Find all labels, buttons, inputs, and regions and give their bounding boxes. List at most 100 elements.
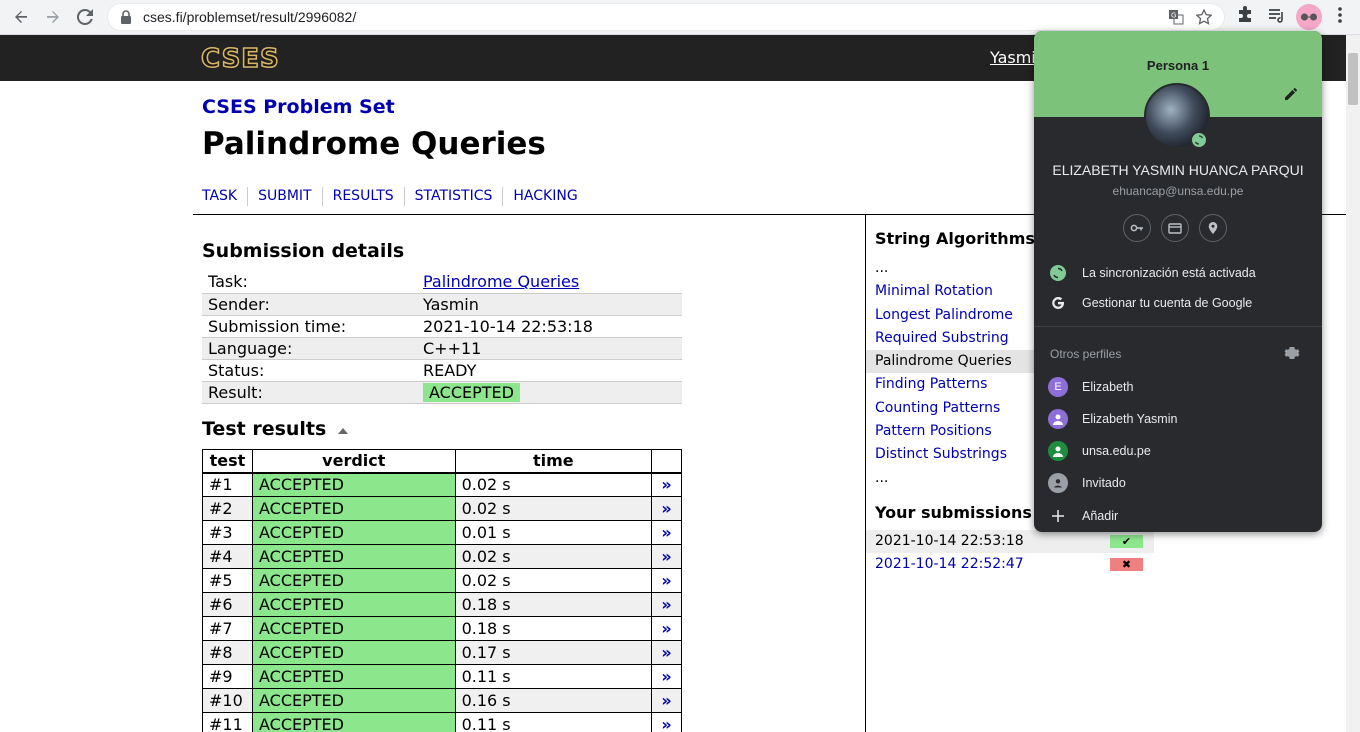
sidebar-item-current: Palindrome Queries [866,350,1046,374]
test-detail-link[interactable]: » [651,592,682,617]
task-tabs: TASK SUBMIT RESULTS STATISTICS HACKING [202,187,598,206]
collapse-triangle-icon[interactable] [337,427,349,435]
detail-value: Palindrome Queries [417,271,682,294]
double-chevron-icon: » [661,547,672,566]
location-pin-icon [1208,222,1218,234]
sidebar-item[interactable]: Finding Patterns [866,373,1046,396]
sidebar-ellipsis: ... [875,469,889,486]
key-icon [1130,224,1143,232]
add-profile-row[interactable]: Añadir [1034,501,1322,531]
test-detail-link[interactable]: » [651,568,682,593]
tab-submit[interactable]: SUBMIT [258,187,323,206]
edit-pencil-icon[interactable] [1284,87,1298,101]
test-id: #1 [202,472,253,497]
other-profile-label: unsa.edu.pe [1082,444,1151,458]
back-button[interactable] [8,4,34,30]
table-row: Language: C++11 [202,337,682,360]
table-row: #6 ACCEPTED 0.18 s » [202,592,682,617]
test-results-heading[interactable]: Test results [202,418,349,440]
payment-methods-button[interactable] [1161,214,1189,242]
test-id: #11 [202,712,253,732]
sidebar-item[interactable]: Distinct Substrings [866,443,1046,466]
double-chevron-icon: » [661,715,672,732]
table-row: Result: ACCEPTED [202,381,682,404]
sidebar-item[interactable]: Longest Palindrome [866,304,1046,327]
sync-status-label: La sincronización está activada [1082,266,1256,280]
lock-icon [121,10,131,24]
submission-status-icon: ✖ [1110,558,1143,571]
other-profile-row[interactable]: Invitado [1034,468,1322,498]
other-profile-row[interactable]: E Elizabeth [1034,372,1322,402]
sidebar-problem-list: ... Minimal Rotation Longest Palindrome Req… [866,257,1046,490]
task-link[interactable]: Palindrome Queries [423,272,579,291]
forward-button[interactable] [40,4,66,30]
details-table: Task: Palindrome Queries Sender: Yasmin Su… [202,271,682,404]
test-detail-link[interactable]: » [651,616,682,641]
gear-icon[interactable] [1284,345,1300,361]
sidebar-item[interactable]: Minimal Rotation [866,280,1046,303]
table-row: #3 ACCEPTED 0.01 s » [202,520,682,545]
submission-row[interactable]: 2021-10-14 22:52:47 ✖ [866,553,1154,576]
sidebar-section-title: String Algorithms [875,229,1035,248]
test-detail-link[interactable]: » [651,712,682,732]
extensions-puzzle-icon[interactable] [1237,6,1253,24]
test-results-label: Test results [202,418,327,440]
table-row: #1 ACCEPTED 0.02 s » [202,472,682,497]
cses-logo[interactable]: CSES [200,43,280,75]
other-profile-row[interactable]: unsa.edu.pe [1034,436,1322,466]
tab-hacking[interactable]: HACKING [513,187,587,206]
guest-icon [1048,473,1068,493]
double-chevron-icon: » [661,499,672,518]
test-time: 0.02 s [454,568,653,593]
browser-menu-icon[interactable] [1337,6,1343,24]
scrollbar-thumb[interactable] [1348,53,1358,105]
other-profile-row[interactable]: Elizabeth Yasmin [1034,404,1322,434]
other-profile-label: Elizabeth Yasmin [1082,412,1178,426]
table-row: Status: READY [202,359,682,382]
passwords-button[interactable] [1123,214,1151,242]
test-verdict: ACCEPTED [251,616,456,641]
media-queue-icon[interactable] [1268,6,1286,24]
tab-statistics[interactable]: STATISTICS [415,187,504,206]
test-detail-link[interactable]: » [651,520,682,545]
double-chevron-icon: » [661,643,672,662]
detail-value: ACCEPTED [417,381,682,404]
test-detail-link[interactable]: » [651,496,682,521]
detail-key: Status: [202,359,417,382]
test-detail-link[interactable]: » [651,640,682,665]
reload-button[interactable] [72,4,98,30]
translate-icon[interactable]: G [1168,9,1184,25]
table-row: Submission time: 2021-10-14 22:53:18 [202,315,682,338]
page-scrollbar[interactable] [1346,35,1360,732]
test-verdict: ACCEPTED [251,664,456,689]
sidebar-item[interactable]: Pattern Positions [866,420,1046,443]
profile-avatar-button[interactable] [1296,4,1322,30]
bookmark-star-icon[interactable] [1196,9,1212,25]
detail-value: 2021-10-14 22:53:18 [417,315,682,338]
google-g-icon [1052,297,1064,309]
sidebar-item[interactable]: Counting Patterns [866,397,1046,420]
test-detail-link[interactable]: » [651,472,682,497]
profile-quick-buttons [1123,214,1227,242]
address-bar[interactable]: cses.fi/problemset/result/2996082/ G [107,3,1225,31]
test-detail-link[interactable]: » [651,688,682,713]
test-detail-link[interactable]: » [651,544,682,569]
profile-email: ehuancap@unsa.edu.pe [1112,184,1244,198]
test-detail-link[interactable]: » [651,664,682,689]
sidebar-item[interactable]: Required Substring [866,327,1046,350]
tab-results[interactable]: RESULTS [333,187,405,206]
problem-set-title[interactable]: CSES Problem Set [202,96,395,118]
table-row: #8 ACCEPTED 0.17 s » [202,640,682,665]
test-id: #5 [202,568,253,593]
sync-status-row[interactable]: La sincronización está activada [1034,258,1322,288]
submissions-list: 2021-10-14 22:53:18 ✔ 2021-10-14 22:52:47 ✖ [866,530,1154,576]
tab-task[interactable]: TASK [202,187,249,206]
submission-time[interactable]: 2021-10-14 22:52:47 [875,556,1024,572]
other-profiles-label: Otros perfiles [1050,347,1122,361]
sidebar-ellipsis: ... [875,260,889,276]
manage-account-row[interactable]: Gestionar tu cuenta de Google [1034,288,1322,318]
addresses-button[interactable] [1199,214,1227,242]
other-profile-label: Invitado [1082,476,1126,490]
double-chevron-icon: » [661,619,672,638]
test-verdict: ACCEPTED [251,496,456,521]
